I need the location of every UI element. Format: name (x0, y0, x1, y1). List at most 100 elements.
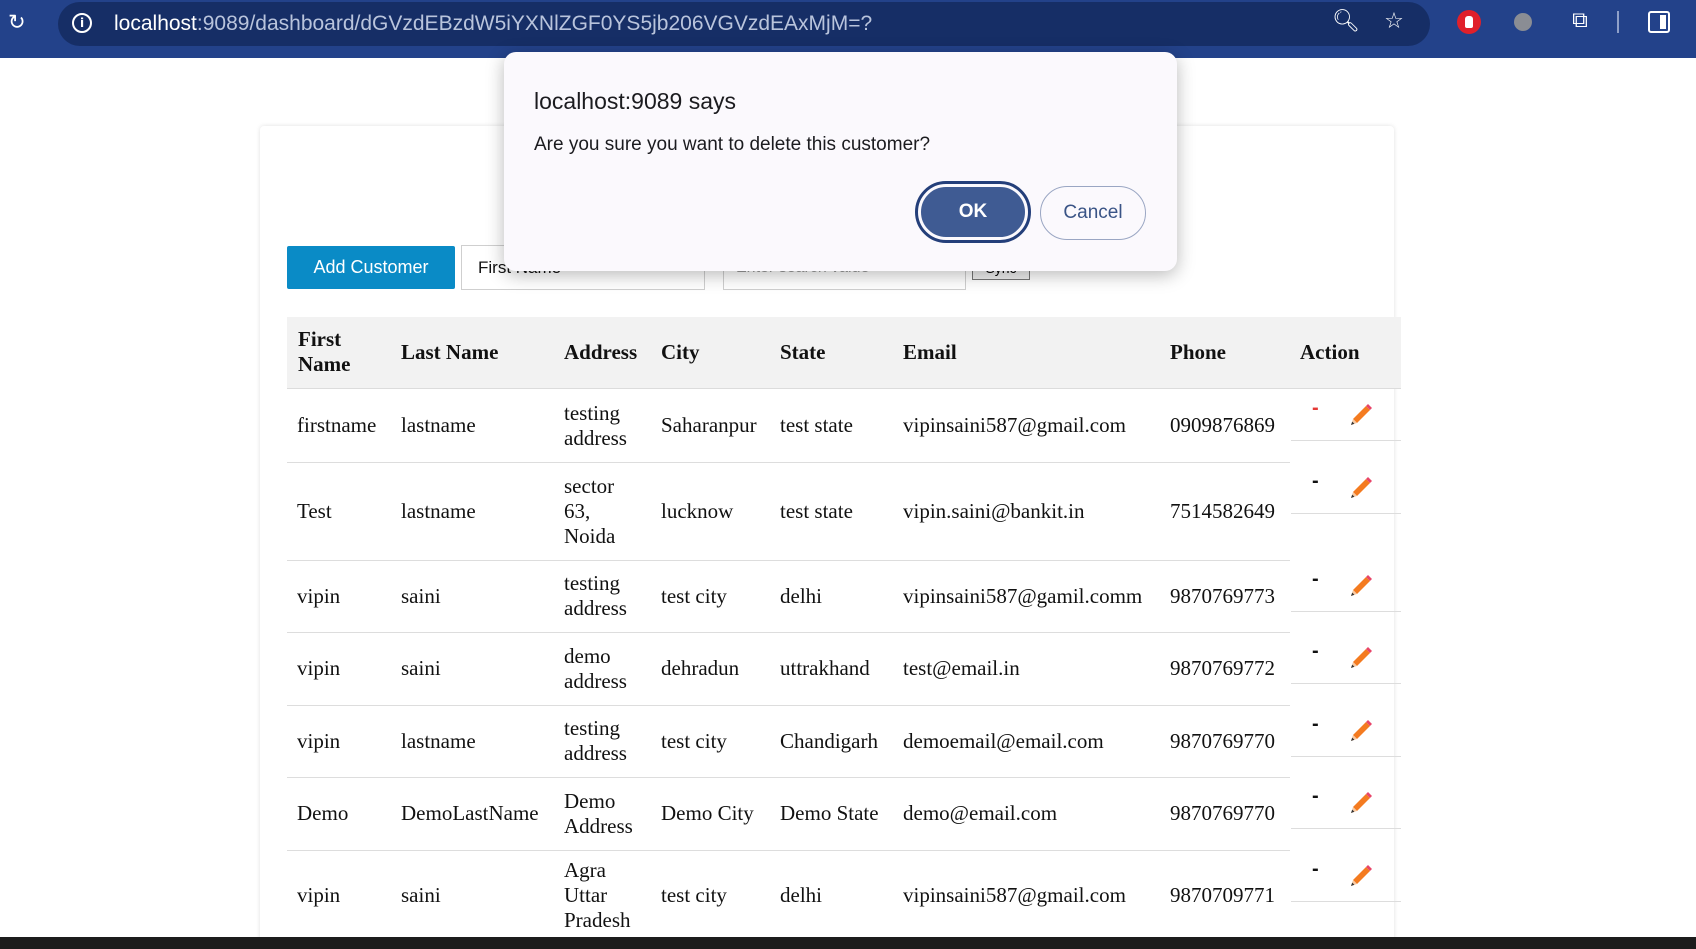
cancel-button[interactable]: Cancel (1040, 186, 1146, 240)
cell-address: testing address (564, 571, 627, 620)
cell-email: vipinsaini587@gmail.com (903, 883, 1126, 907)
cell-city: Saharanpur (661, 413, 757, 437)
cell-phone: 7514582649 (1170, 499, 1275, 523)
cell-email: demoemail@email.com (903, 729, 1104, 753)
delete-icon[interactable]: - (1312, 785, 1319, 808)
cell-email: demo@email.com (903, 801, 1058, 825)
action-divider (1291, 756, 1401, 757)
cell-city: test city (661, 883, 727, 907)
action-divider (1291, 440, 1401, 441)
cell-first-name: vipin (297, 883, 341, 907)
cell-email: vipinsaini587@gmail.com (903, 413, 1126, 437)
row-divider (287, 777, 1290, 778)
cell-first-name: vipin (297, 729, 341, 753)
row-divider (287, 462, 1290, 463)
cell-last-name: saini (401, 656, 441, 680)
header-email: Email (903, 340, 957, 364)
action-divider (1291, 611, 1401, 612)
cell-city: test city (661, 729, 727, 753)
cell-phone: 9870769770 (1170, 801, 1275, 825)
url-path: :9089/dashboard/dGVzdEBzdW5iYXNlZGF0YS5j… (196, 12, 873, 35)
pencil-icon[interactable] (1348, 570, 1376, 598)
cell-phone: 0909876869 (1170, 413, 1275, 437)
cell-city: lucknow (661, 499, 734, 523)
row-divider (287, 850, 1290, 851)
reload-icon[interactable]: ↻ (8, 10, 32, 34)
dialog-title: localhost:9089 says (534, 88, 737, 114)
cell-phone: 9870769770 (1170, 729, 1275, 753)
cell-phone: 9870769772 (1170, 656, 1275, 680)
url-host: localhost (114, 12, 197, 35)
delete-icon[interactable]: - (1312, 470, 1319, 493)
cell-email: vipin.saini@bankit.in (903, 499, 1085, 523)
cell-last-name: lastname (401, 729, 476, 753)
ok-button[interactable]: OK (915, 181, 1031, 243)
side-panel-icon[interactable] (1648, 11, 1670, 33)
toolbar-separator (1617, 11, 1619, 33)
delete-icon[interactable]: - (1312, 568, 1319, 591)
pencil-icon[interactable] (1348, 472, 1376, 500)
cell-state: Chandigarh (780, 729, 878, 753)
cell-email: vipinsaini587@gamil.comm (903, 584, 1143, 608)
row-divider (287, 632, 1290, 633)
cell-last-name: saini (401, 883, 441, 907)
bookmark-star-icon[interactable]: ☆ (1381, 9, 1407, 35)
extensions-puzzle-icon[interactable]: ⧉ (1567, 8, 1593, 34)
cell-state: test state (780, 499, 853, 523)
cell-address: testing address (564, 401, 627, 450)
action-divider (1291, 683, 1401, 684)
site-info-icon[interactable]: i (72, 13, 92, 33)
action-divider (1291, 513, 1401, 514)
extension-icon[interactable] (1514, 13, 1532, 31)
cell-last-name: saini (401, 584, 441, 608)
pencil-icon[interactable] (1348, 860, 1376, 888)
delete-icon[interactable]: - (1312, 640, 1319, 663)
cell-state: Demo State (780, 801, 879, 825)
row-divider (287, 705, 1290, 706)
extension-stop-icon[interactable] (1457, 10, 1481, 34)
cell-phone: 9870709771 (1170, 883, 1275, 907)
header-first-name: First Name (298, 327, 351, 376)
cell-city: test city (661, 584, 727, 608)
zoom-icon[interactable]: 🔍︎ (1332, 9, 1360, 35)
header-state: State (780, 340, 826, 364)
cell-last-name: lastname (401, 413, 476, 437)
header-address: Address (564, 340, 638, 364)
cell-city: Demo City (661, 801, 754, 825)
action-divider (1291, 828, 1401, 829)
cell-state: test state (780, 413, 853, 437)
delete-icon[interactable]: - (1312, 397, 1319, 420)
header-city: City (661, 340, 700, 364)
browser-toolbar: ↻ i localhost:9089/dashboard/dGVzdEBzdW5… (0, 0, 1696, 58)
cell-first-name: Demo (297, 801, 349, 825)
url-text[interactable]: localhost:9089/dashboard/dGVzdEBzdW5iYXN… (114, 2, 872, 46)
dialog-message: Are you sure you want to delete this cus… (534, 134, 931, 155)
cell-email: test@email.in (903, 656, 1020, 680)
add-customer-button[interactable]: Add Customer (287, 246, 455, 289)
pencil-icon[interactable] (1348, 715, 1376, 743)
cell-phone: 9870769773 (1170, 584, 1275, 608)
cell-state: delhi (780, 883, 822, 907)
cell-first-name: Test (297, 499, 332, 523)
cell-first-name: vipin (297, 584, 341, 608)
cell-address: demo address (564, 644, 627, 693)
address-bar[interactable]: i localhost:9089/dashboard/dGVzdEBzdW5iY… (58, 2, 1430, 46)
pencil-icon[interactable] (1348, 642, 1376, 670)
confirm-dialog: localhost:9089 says Are you sure you wan… (504, 52, 1177, 271)
cell-state: uttrakhand (780, 656, 870, 680)
cell-last-name: lastname (401, 499, 476, 523)
cell-state: delhi (780, 584, 822, 608)
cell-last-name: DemoLastName (401, 801, 539, 825)
cell-address: testing address (564, 716, 627, 765)
header-last-name: Last Name (401, 340, 499, 364)
delete-icon[interactable]: - (1312, 713, 1319, 736)
pencil-icon[interactable] (1348, 399, 1376, 427)
cell-address: Agra Uttar Pradesh (564, 858, 631, 932)
delete-icon[interactable]: - (1312, 858, 1319, 881)
cell-address: Demo Address (564, 789, 633, 838)
cell-first-name: vipin (297, 656, 341, 680)
pencil-icon[interactable] (1348, 787, 1376, 815)
cell-first-name: firstname (297, 413, 377, 437)
row-divider (287, 560, 1290, 561)
cell-address: sector 63, Noida (564, 474, 616, 548)
